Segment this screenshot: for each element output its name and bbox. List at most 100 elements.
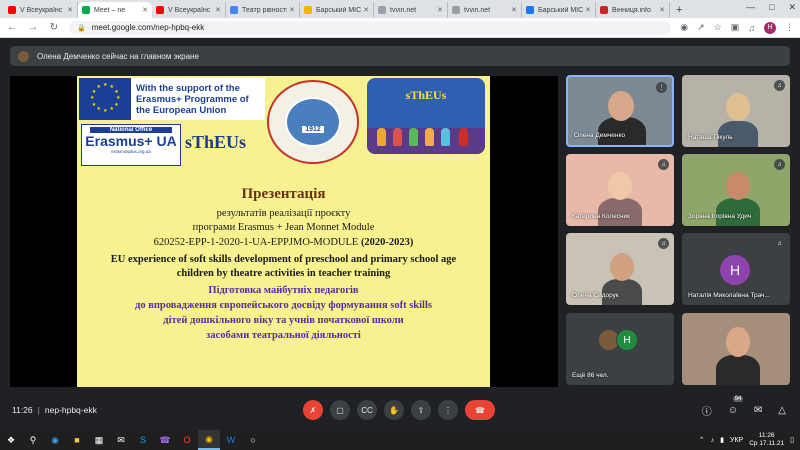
browser-tab[interactable]: Вінниця.info ✕ <box>596 2 670 18</box>
tab-close-icon[interactable]: ✕ <box>585 6 591 14</box>
tab-close-icon[interactable]: ✕ <box>437 6 443 14</box>
participant-tile[interactable]: ⋮ Олена Демченко <box>566 75 674 147</box>
people-button[interactable]: ☺ 94 <box>728 396 744 416</box>
windows-start-icon[interactable]: ❖ <box>0 430 22 450</box>
edge-icon[interactable]: ◉ <box>44 430 66 450</box>
tab-favicon-icon <box>8 6 16 14</box>
participant-name: Зоряна Ігорівна Удич <box>688 213 752 220</box>
clock-date: Ср 17.11.21 <box>749 440 785 447</box>
maximize-icon[interactable]: □ <box>769 2 774 13</box>
meet-area: Олена Демченко сейчас на главном экране … <box>0 38 800 430</box>
present-icon[interactable]: ⇧ <box>411 400 431 420</box>
more-participants-label: Ещё 86 чел. <box>572 372 609 379</box>
eu-star-icon: ★ <box>109 106 114 113</box>
figure-icon <box>425 128 434 146</box>
meeting-info: 11:26 | nep-hpbq-ekk <box>12 405 97 415</box>
minimize-icon[interactable]: — <box>746 2 755 13</box>
eu-support-logo: ★ ★ ★ ★ ★ ★ ★ ★ ★ ★ ★ ★ With the support of the Era… <box>79 78 265 120</box>
menu-icon[interactable]: ⋮ <box>785 22 794 33</box>
browser-tab[interactable]: V Всеукраїнс ✕ <box>4 2 78 18</box>
participant-tile[interactable]: ♫ Наташа Пікуль <box>682 75 790 147</box>
close-window-icon[interactable]: ✕ <box>788 2 796 13</box>
tray-chevron-icon[interactable]: ⌃ <box>699 436 705 444</box>
tab-label: V Всеукраїнс <box>20 6 63 14</box>
browser-tab[interactable]: Театр рівності ✕ <box>226 2 300 18</box>
browser-tab[interactable]: Барський МІС ✕ <box>300 2 374 18</box>
more-options-icon[interactable]: ⋮ <box>656 82 667 93</box>
browser-tab[interactable]: tvvin.net ✕ <box>374 2 448 18</box>
mail-icon[interactable]: ✉ <box>110 430 132 450</box>
chrome-icon[interactable]: ◉ <box>198 430 220 450</box>
project-years: (2020-2023) <box>360 237 414 248</box>
browser-tab[interactable]: Meet – ne ✕ <box>78 2 152 18</box>
window-controls: — □ ✕ <box>746 2 796 13</box>
camera-toggle-icon[interactable]: ▢ <box>330 400 350 420</box>
participant-tile-more[interactable]: H Ещё 86 чел. <box>566 313 674 385</box>
tab-label: Барський МІС <box>538 6 584 14</box>
word-icon[interactable]: W <box>220 430 242 450</box>
notifications-icon[interactable]: ▯ <box>790 436 794 444</box>
search-icon[interactable]: ⚲ <box>22 430 44 450</box>
tab-close-icon[interactable]: ✕ <box>67 6 73 14</box>
mute-icon: ♫ <box>658 238 669 249</box>
new-tab-button[interactable]: + <box>676 4 682 16</box>
mute-icon: ♫ <box>774 80 785 91</box>
eu-star-icon: ★ <box>114 88 119 95</box>
star-icon[interactable]: ☆ <box>714 22 722 33</box>
raise-hand-icon[interactable]: ✋ <box>384 400 404 420</box>
language-indicator[interactable]: УКР <box>730 437 743 444</box>
viber-icon[interactable]: ☎ <box>154 430 176 450</box>
tab-close-icon[interactable]: ✕ <box>511 6 517 14</box>
tab-close-icon[interactable]: ✕ <box>289 6 295 14</box>
tab-close-icon[interactable]: ✕ <box>659 6 665 14</box>
network-icon[interactable]: ▮ <box>720 436 724 444</box>
mic-off-icon[interactable]: ✗ <box>303 400 323 420</box>
presenter-avatar <box>18 50 29 62</box>
clock[interactable]: 11:26 Ср 17.11.21 <box>749 432 784 448</box>
tab-close-icon[interactable]: ✕ <box>363 6 369 14</box>
app-icon[interactable]: ○ <box>242 430 264 450</box>
back-icon[interactable]: ← <box>6 22 18 33</box>
browser-tab[interactable]: Барський МІС ✕ <box>522 2 596 18</box>
skype-icon[interactable]: S <box>132 430 154 450</box>
store-icon[interactable]: ▦ <box>88 430 110 450</box>
participant-tile[interactable]: ♫ Зоряна Ігорівна Удич <box>682 154 790 226</box>
browser-tab[interactable]: tvvin.net ✕ <box>448 2 522 18</box>
profile-avatar[interactable]: H <box>764 21 776 34</box>
university-seal-icon: 1912 <box>267 80 359 164</box>
captions-icon[interactable]: CC <box>357 400 377 420</box>
eu-star-icon: ★ <box>114 101 119 108</box>
stheus-logo-title: sThEUs <box>405 88 447 102</box>
erasmus-ua-label: Erasmus+ UA <box>85 133 177 149</box>
tab-label: Барський МІС <box>316 6 362 14</box>
forward-icon[interactable]: → <box>27 22 39 33</box>
participant-tile[interactable]: H ♫ Наталія Миколаївна Трач... <box>682 233 790 305</box>
file-explorer-icon[interactable]: ■ <box>66 430 88 450</box>
chat-icon[interactable]: ✉ <box>754 405 762 416</box>
info-icon[interactable]: ⓘ <box>702 403 712 418</box>
tab-close-icon[interactable]: ✕ <box>215 6 221 14</box>
erasmus-url: erasmusplus.org.ua <box>111 149 151 154</box>
self-view-tile[interactable] <box>682 313 790 385</box>
activities-icon[interactable]: △ <box>778 405 786 416</box>
tab-favicon-icon <box>600 6 608 14</box>
tab-close-icon[interactable]: ✕ <box>142 6 148 14</box>
volume-icon[interactable]: ♪ <box>711 437 715 444</box>
browser-tab-bar: V Всеукраїнс ✕ Meet – ne ✕ V Всеукраїнс ✕ Теат… <box>0 0 800 18</box>
participant-name: Катерина Колесник <box>572 213 631 220</box>
end-call-button[interactable]: ☎ <box>465 400 495 420</box>
opera-icon[interactable]: O <box>176 430 198 450</box>
reload-icon[interactable]: ↻ <box>48 22 60 33</box>
browser-tab[interactable]: V Всеукраїнс ✕ <box>152 2 226 18</box>
figure-icon <box>459 128 468 146</box>
tab-label: Meet – ne <box>94 6 126 14</box>
media-icon[interactable]: ♫ <box>748 23 755 33</box>
extensions-icon[interactable]: ▣ <box>731 22 740 33</box>
figure-icon <box>377 128 386 146</box>
participant-tile[interactable]: ♫ Катерина Колесник <box>566 154 674 226</box>
participant-tile[interactable]: ♫ Олена Сидорук <box>566 233 674 305</box>
share-icon[interactable]: ↗ <box>697 22 705 33</box>
address-bar[interactable]: 🔒 meet.google.com/nep-hpbq-ekk <box>69 20 672 35</box>
more-options-icon[interactable]: ⋮ <box>438 400 458 420</box>
camera-icon[interactable]: ◉ <box>680 22 688 33</box>
